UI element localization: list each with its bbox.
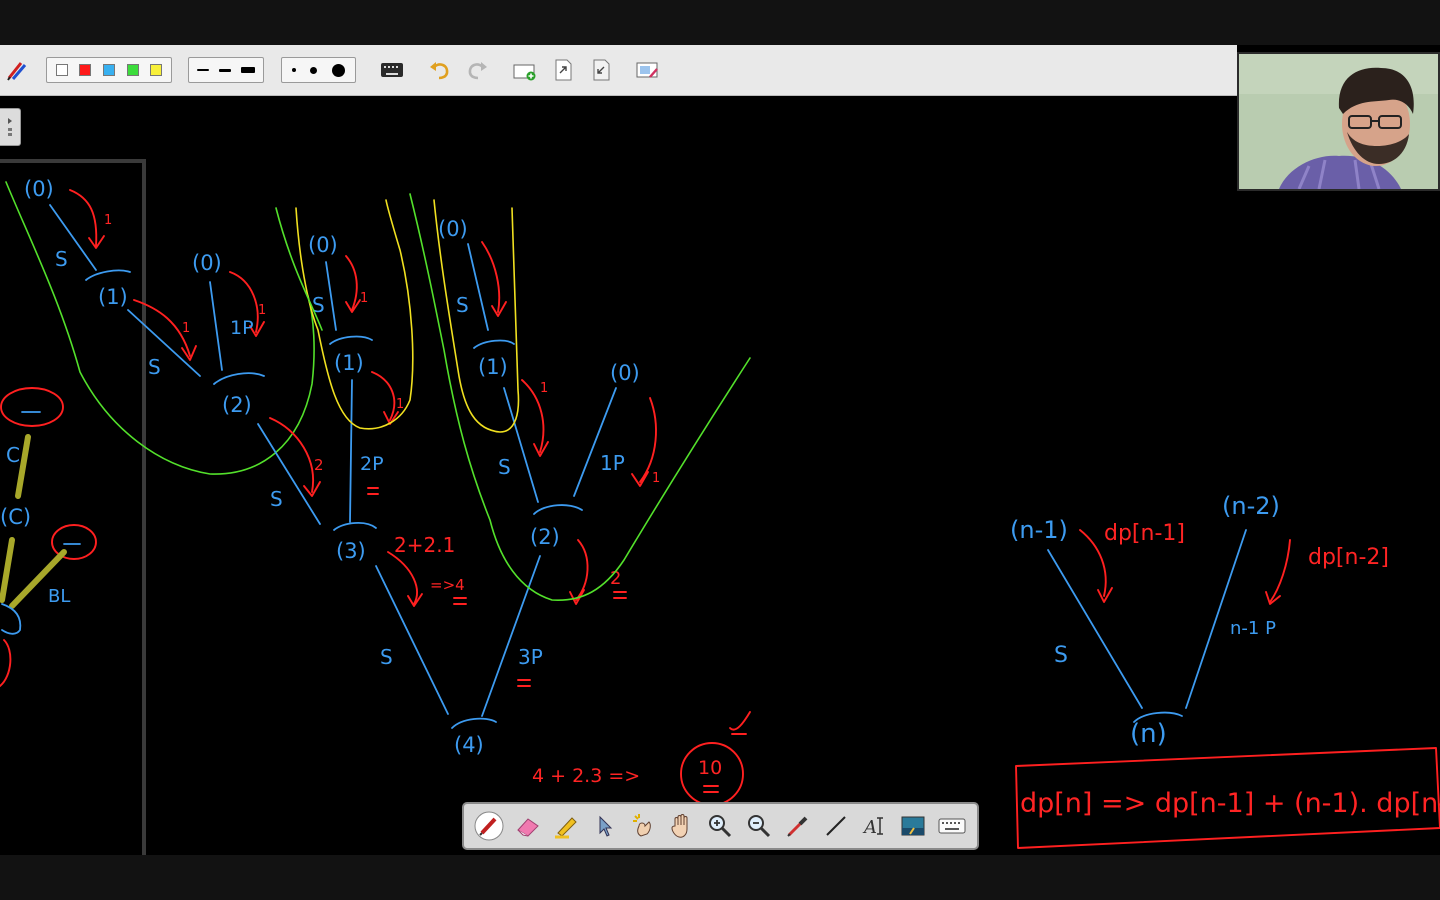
node-n-2: (n-2) [1222,492,1280,520]
background-icon[interactable] [894,808,933,844]
keyboard-icon[interactable] [379,57,405,83]
whiteboard-canvas[interactable]: (0) 1 S (1) 1 S C (C) BL (0) 1P 1 (2) 2 … [0,96,1440,855]
screenshot-icon[interactable] [635,57,661,83]
tree-node: (1) [478,355,508,379]
line-width-group [188,57,264,83]
edge-label: S [148,355,161,379]
color-palette [46,57,172,83]
edge-label: S [55,247,68,271]
pen-icon[interactable] [470,808,509,844]
zoom-out-icon[interactable] [740,808,779,844]
label-n-1-p: n-1 P [1230,618,1276,639]
edge-label: S [380,645,393,669]
edge-weight: 1 [652,471,660,486]
redo-icon[interactable] [465,57,491,83]
tree-node: (1) [98,285,128,309]
laser-pointer-icon[interactable] [624,808,663,844]
edge-weight: 1 [104,213,112,228]
select-cursor-icon[interactable] [586,808,625,844]
tree-node: (0) [438,217,468,241]
edge-label: 1P [230,317,254,339]
add-page-icon[interactable] [512,57,538,83]
recursion-tree: (0) 1P 1 (2) 2 S (0) S 1 (1) 1 2P (0) S … [192,193,751,806]
color-swatch-blue[interactable] [102,64,115,76]
edge-weight: 1 [540,381,548,396]
edge-label: S [456,293,469,317]
drawing-tools-bar: A [462,802,979,850]
tree-node: (4) [454,733,484,757]
tree-node: (0) [610,361,640,385]
dot-small-icon[interactable] [292,68,297,72]
step-calc: 2+2.1 [394,533,455,557]
edge-label: 3P [518,645,543,669]
tree-node: (1) [334,351,364,375]
tree-node: (0) [308,233,338,257]
edge-label: S [312,293,325,317]
edge-weight: 1 [258,303,266,318]
color-picker-icon[interactable] [778,808,817,844]
undo-icon[interactable] [426,57,452,83]
tree-node: (3) [336,539,366,563]
edge-weight: 1 [396,397,404,412]
node-n-1: (n-1) [1010,516,1068,544]
pens-icon[interactable] [5,57,31,83]
label-s: S [1054,643,1068,668]
general-recurrence: (n-1) (n-2) (n) S n-1 P dp[n-1] dp[n-2] … [1010,492,1440,849]
edge-label: S [270,487,283,511]
final-expression: 4 + 2.3 => [532,765,640,787]
tree-node: (2) [222,393,252,417]
zoom-in-icon[interactable] [701,808,740,844]
whiteboard-toolbar [0,45,1237,96]
edge-weight: 1 [360,291,368,306]
screen-top-bar [0,0,1440,45]
tree-node: (2) [530,525,560,549]
line-thin-icon[interactable] [197,69,209,71]
highlighter-icon[interactable] [547,808,586,844]
page-next-icon[interactable] [550,57,576,83]
edge-label: 2P [360,453,384,475]
dp-n-1: dp[n-1] [1104,521,1185,546]
color-swatch-yellow[interactable] [150,64,163,76]
dp-formula: dp[n] => dp[n-1] + (n-1). dp[n-2] [1020,788,1440,819]
color-swatch-green[interactable] [126,64,139,76]
eraser-icon[interactable] [509,808,548,844]
left-partial-tree: (0) 1 S (1) 1 S C (C) BL [0,177,315,687]
edge-weight: 1 [182,321,190,336]
svg-text:A: A [862,817,877,838]
dot-size-group [281,57,356,83]
tree-node: (0) [24,177,54,201]
screen-bottom-bar [0,855,1440,900]
color-swatch-red[interactable] [79,64,92,76]
dp-n-2: dp[n-2] [1308,545,1389,570]
line-thick-icon[interactable] [241,67,255,73]
edge-weight: 2 [314,456,324,474]
edge-label: BL [48,586,70,607]
text-icon[interactable]: A [855,808,894,844]
keyboard-icon[interactable] [932,808,971,844]
tree-node: (C) [0,505,31,529]
line-medium-icon[interactable] [219,68,231,72]
dot-medium-icon[interactable] [310,66,318,74]
edge-label: 1P [600,451,625,475]
tree-node: (0) [192,251,222,275]
node-n: (n) [1130,719,1167,749]
edge-label: S [498,455,511,479]
dot-large-icon[interactable] [331,63,345,77]
final-result: 10 [698,757,722,779]
line-icon[interactable] [817,808,856,844]
page-prev-icon[interactable] [588,57,614,83]
pan-hand-icon[interactable] [663,808,702,844]
step-result: =>4 [430,576,465,594]
color-swatch-white[interactable] [55,64,68,76]
edge-label: C [6,443,20,467]
